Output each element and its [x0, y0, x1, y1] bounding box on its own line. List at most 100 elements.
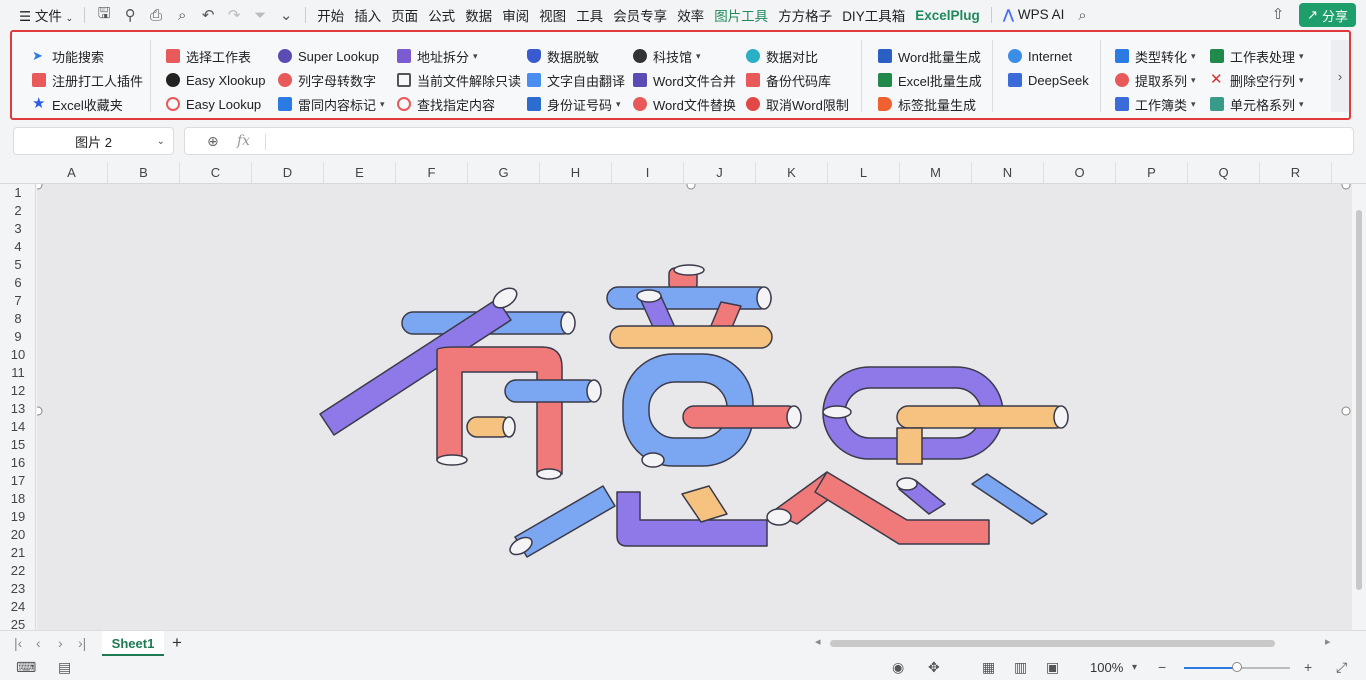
horizontal-scroll-thumb[interactable] [830, 640, 1275, 647]
vertical-scrollbar[interactable] [1352, 184, 1366, 630]
tab-data[interactable]: 数据 [460, 5, 497, 25]
row-header[interactable]: 13 [0, 400, 35, 418]
zoom-slider[interactable] [1184, 662, 1290, 672]
eye-icon[interactable]: ◉ [892, 659, 904, 676]
row-header[interactable]: 25 [0, 616, 35, 630]
word-batch-button[interactable]: Word批量生成 [878, 44, 982, 68]
worksheet-grid[interactable] [37, 184, 1353, 630]
word-replace-button[interactable]: Word文件替换 [633, 92, 736, 116]
column-header[interactable]: I [612, 162, 684, 184]
column-header[interactable]: E [324, 162, 396, 184]
row-header[interactable]: 11 [0, 364, 35, 382]
row-header[interactable]: 12 [0, 382, 35, 400]
column-header[interactable]: B [108, 162, 180, 184]
row-header[interactable]: 21 [0, 544, 35, 562]
column-header[interactable]: N [972, 162, 1044, 184]
search-icon[interactable]: ⌕ [1069, 2, 1095, 28]
row-header[interactable]: 22 [0, 562, 35, 580]
tech-hall-button[interactable]: 科技馆 ▾ [633, 44, 736, 68]
address-split-button[interactable]: 地址拆分 ▾ [397, 44, 521, 68]
duplicate-mark-button[interactable]: 雷同内容标记 ▾ [278, 92, 385, 116]
excel-batch-button[interactable]: Excel批量生成 [878, 68, 982, 92]
row-header[interactable]: 10 [0, 346, 35, 364]
tab-tools[interactable]: 工具 [571, 5, 608, 25]
picture-2[interactable] [37, 184, 1353, 630]
row-header[interactable]: 9 [0, 328, 35, 346]
easy-xlookup-button[interactable]: Easy Xlookup [166, 68, 266, 92]
column-header[interactable]: J [684, 162, 756, 184]
tab-home[interactable]: 开始 [312, 5, 349, 25]
column-header[interactable]: C [180, 162, 252, 184]
row-header[interactable]: 3 [0, 220, 35, 238]
tab-view[interactable]: 视图 [534, 5, 571, 25]
tab-diy-toolbox[interactable]: DIY工具箱 [837, 5, 910, 25]
unlock-readonly-button[interactable]: 当前文件解除只读 [397, 68, 521, 92]
worksheet-process-button[interactable]: 工作表处理 ▾ [1210, 44, 1304, 68]
wps-ai-button[interactable]: ⋀ WPS AI [998, 7, 1070, 23]
formula-input[interactable]: ⊕ fx [184, 127, 1354, 155]
zoom-in-icon[interactable]: ⊕ [207, 133, 219, 150]
tab-picture-tools[interactable]: 图片工具 [709, 5, 773, 25]
row-header[interactable]: 4 [0, 238, 35, 256]
row-header[interactable]: 23 [0, 580, 35, 598]
add-sheet-icon[interactable]: + [172, 633, 182, 653]
tab-page[interactable]: 页面 [386, 5, 423, 25]
page-break-icon[interactable]: ▣ [1046, 659, 1059, 676]
excel-favorites-button[interactable]: ★ Excel收藏夹 [32, 92, 143, 116]
data-compare-button[interactable]: 数据对比 [746, 44, 849, 68]
next-sheet-icon[interactable]: › [58, 635, 63, 651]
remove-word-restriction-button[interactable]: 取消Word限制 [746, 92, 849, 116]
page-layout-icon[interactable]: ▥ [1014, 659, 1027, 676]
print-icon[interactable]: ⎙ [143, 2, 169, 28]
select-all-corner[interactable] [0, 162, 36, 184]
last-sheet-icon[interactable]: ›| [78, 635, 86, 651]
filter-icon[interactable]: ⏷ [247, 2, 273, 28]
row-header[interactable]: 18 [0, 490, 35, 508]
row-header[interactable]: 17 [0, 472, 35, 490]
zoom-slider-knob[interactable] [1232, 662, 1242, 672]
workbook-class-button[interactable]: 工作簿类 ▾ [1115, 92, 1196, 116]
data-masking-button[interactable]: 数据脱敏 [527, 44, 625, 68]
macro-icon[interactable]: ⌨ [16, 659, 36, 676]
row-header[interactable]: 8 [0, 310, 35, 328]
row-header[interactable]: 24 [0, 598, 35, 616]
share-button[interactable]: ↗ 分享 [1299, 3, 1356, 27]
more-icon[interactable]: ⌄ [273, 2, 299, 28]
prev-sheet-icon[interactable]: ‹ [36, 635, 41, 651]
backup-code-button[interactable]: 备份代码库 [746, 68, 849, 92]
find-content-button[interactable]: 查找指定内容 [397, 92, 521, 116]
column-header[interactable]: L [828, 162, 900, 184]
file-menu[interactable]: ☰ 文件 ⌄ [14, 5, 78, 25]
row-header[interactable]: 20 [0, 526, 35, 544]
tab-fangfang[interactable]: 方方格子 [773, 5, 837, 25]
vertical-scroll-thumb[interactable] [1356, 210, 1362, 590]
deepseek-button[interactable]: DeepSeek [1008, 68, 1089, 92]
redo-icon[interactable]: ↷ [221, 2, 247, 28]
row-header[interactable]: 5 [0, 256, 35, 274]
delete-empty-rows-button[interactable]: ✕ 删除空行列 ▾ [1210, 68, 1304, 92]
easy-lookup-button[interactable]: Easy Lookup [166, 92, 266, 116]
cell-series-button[interactable]: 单元格系列 ▾ [1210, 92, 1304, 116]
row-header[interactable]: 14 [0, 418, 35, 436]
crosshair-icon[interactable]: ✥ [928, 659, 940, 676]
chevron-down-icon[interactable]: ▾ [1132, 662, 1137, 673]
column-header[interactable]: D [252, 162, 324, 184]
extract-series-button[interactable]: 提取系列 ▾ [1115, 68, 1196, 92]
column-header[interactable]: K [756, 162, 828, 184]
row-header[interactable]: 15 [0, 436, 35, 454]
free-translate-button[interactable]: 文字自由翻译 [527, 68, 625, 92]
row-header[interactable]: 16 [0, 454, 35, 472]
cloud-upload-icon[interactable]: ⇧ [1268, 5, 1288, 25]
column-header[interactable]: F [396, 162, 468, 184]
column-header[interactable]: A [36, 162, 108, 184]
column-header[interactable]: O [1044, 162, 1116, 184]
row-header[interactable]: 7 [0, 292, 35, 310]
row-header[interactable]: 2 [0, 202, 35, 220]
ribbon-scroll-right-button[interactable]: › [1331, 40, 1349, 112]
undo-icon[interactable]: ↶ [195, 2, 221, 28]
zoom-in-icon[interactable]: + [1304, 659, 1312, 675]
column-header[interactable]: R [1260, 162, 1332, 184]
fullscreen-icon[interactable]: ⤢ [1336, 659, 1347, 676]
row-header[interactable]: 1 [0, 184, 35, 202]
fx-icon[interactable]: fx [237, 133, 250, 149]
